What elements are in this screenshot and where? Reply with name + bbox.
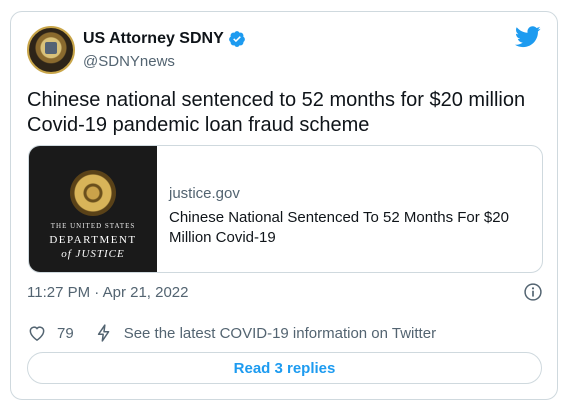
info-icon[interactable] [523, 282, 543, 302]
twitter-bird-icon[interactable] [515, 26, 541, 48]
author-name-row[interactable]: US Attorney SDNY [83, 30, 246, 48]
card-title: Chinese National Sentenced To 52 Months … [169, 209, 509, 246]
doj-seal-icon [70, 170, 116, 216]
tweet-timestamp[interactable]: 11:27 PM · Apr 21, 2022 [27, 284, 189, 301]
doj-logo-line2: DEPARTMENT [49, 234, 137, 246]
like-button[interactable]: 79 [27, 323, 74, 343]
covid-info-text: See the latest COVID-19 information on T… [123, 324, 437, 342]
author-name[interactable]: US Attorney SDNY [83, 30, 224, 48]
covid-info-link[interactable]: See the latest COVID-19 information on T… [94, 323, 436, 343]
tweet-header: US Attorney SDNY @SDNYnews [27, 26, 541, 74]
card-image[interactable]: THE UNITED STATES DEPARTMENT of JUSTICE [29, 146, 157, 272]
verified-badge-icon [228, 31, 245, 47]
tweet-embed: US Attorney SDNY @SDNYnews Chinese natio… [10, 11, 558, 400]
doj-logo-line3: of JUSTICE [61, 248, 125, 260]
tweet-actions: 79 See the latest COVID-19 information o… [27, 322, 436, 344]
card-domain: justice.gov [169, 185, 240, 202]
avatar[interactable] [27, 26, 75, 74]
link-card[interactable]: THE UNITED STATES DEPARTMENT of JUSTICE … [28, 145, 543, 273]
lightning-icon [97, 324, 110, 342]
like-count: 79 [57, 324, 74, 342]
heart-icon [29, 326, 45, 341]
doj-logo-line1: THE UNITED STATES [50, 222, 136, 230]
author-handle[interactable]: @SDNYnews [83, 53, 175, 70]
tweet-text: Chinese national sentenced to 52 months … [27, 89, 526, 136]
read-replies-button[interactable]: Read 3 replies [27, 352, 542, 384]
card-body[interactable]: justice.gov Chinese National Sentenced T… [157, 146, 542, 272]
